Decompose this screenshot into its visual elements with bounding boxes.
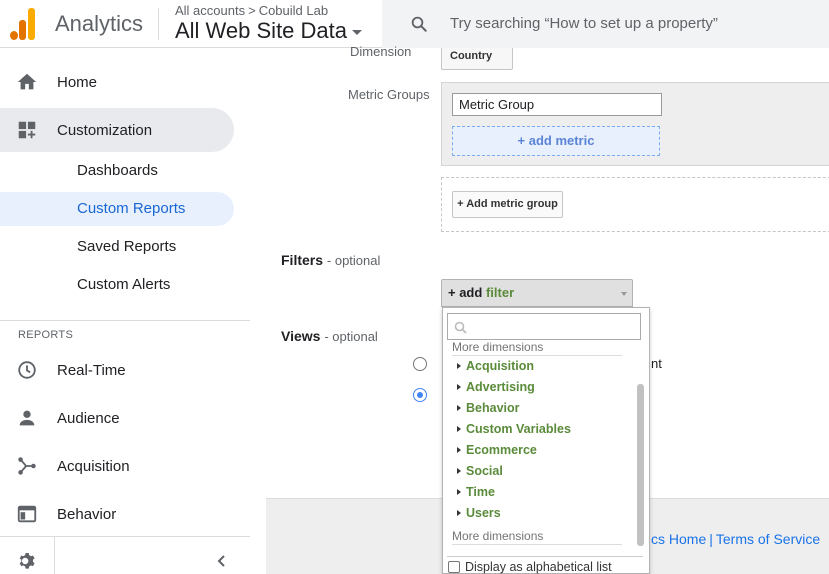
breadcrumb[interactable]: All accounts > Cobuild Lab <box>175 3 328 18</box>
dropdown-group-header: More dimensions <box>452 529 622 545</box>
app-title: Analytics <box>55 11 144 36</box>
sidebar-item-label: Custom Alerts <box>77 276 171 293</box>
sidebar-item-label: Acquisition <box>57 457 130 475</box>
reports-section-label: REPORTS <box>18 329 74 341</box>
views-section-title: Views - optional <box>281 328 378 344</box>
checkbox[interactable] <box>448 561 460 573</box>
sidebar-item-label: Real-Time <box>57 361 126 379</box>
dashboard-customize-icon <box>18 121 36 139</box>
sidebar-item-real-time[interactable]: Real-Time <box>0 348 234 392</box>
breadcrumb-property[interactable]: Cobuild Lab <box>259 3 328 18</box>
filters-optional-label: - optional <box>326 253 381 268</box>
sidebar-item-label: Custom Reports <box>77 200 186 217</box>
alphabetical-list-label: Display as alphabetical list <box>465 560 612 574</box>
dropdown-item-users[interactable]: Users <box>457 506 501 520</box>
web-page-icon <box>17 505 37 523</box>
view-selector[interactable]: All Web Site Data <box>175 18 347 44</box>
sidebar-item-label: Audience <box>57 409 120 427</box>
dimension-label: Dimension <box>350 44 412 59</box>
expand-triangle-icon <box>457 489 461 495</box>
search-icon <box>411 16 427 32</box>
dropdown-item-ecommerce[interactable]: Ecommerce <box>457 443 537 457</box>
dropdown-search-input[interactable] <box>447 313 641 340</box>
analytics-logo-icon[interactable] <box>8 6 38 40</box>
chevron-down-icon[interactable] <box>352 30 362 35</box>
expand-triangle-icon <box>457 468 461 474</box>
add-metric-group-button[interactable]: + Add metric group <box>452 191 563 218</box>
dropdown-scrollbar[interactable] <box>637 384 644 546</box>
sidebar-item-acquisition[interactable]: Acquisition <box>0 444 234 488</box>
top-bar: Analytics All accounts > Cobuild Lab All W… <box>0 0 829 48</box>
add-metric-button[interactable]: + add metric <box>452 126 660 156</box>
dropdown-item-behavior[interactable]: Behavior <box>457 401 520 415</box>
sidebar-item-customization[interactable]: Customization <box>0 108 234 152</box>
search-icon <box>454 321 467 334</box>
sidebar-item-label: Behavior <box>57 505 117 523</box>
sidebar-item-label: Customization <box>57 121 153 139</box>
search-input[interactable] <box>450 15 820 32</box>
dropdown-item-time[interactable]: Time <box>457 485 495 499</box>
sidebar-bottom-divider <box>0 536 250 537</box>
views-option-label: nt <box>651 356 662 371</box>
dropdown-item-custom-variables[interactable]: Custom Variables <box>457 422 571 436</box>
sidebar-item-home[interactable]: Home <box>0 60 234 104</box>
views-radio-all[interactable] <box>413 357 427 371</box>
expand-triangle-icon <box>457 384 461 390</box>
dropdown-group-header: More dimensions <box>452 340 622 356</box>
expand-triangle-icon <box>457 363 461 369</box>
sidebar-item-saved-reports[interactable]: Saved Reports <box>0 230 234 264</box>
sidebar-item-label: Home <box>57 73 98 91</box>
footer-separator: | <box>709 531 713 547</box>
sidebar-bottom-vline <box>54 536 55 574</box>
expand-triangle-icon <box>457 405 461 411</box>
dropdown-divider <box>447 556 643 557</box>
sidebar-item-behavior[interactable]: Behavior <box>0 492 234 536</box>
clock-icon <box>18 361 36 379</box>
dropdown-caret-icon <box>621 292 627 296</box>
chevron-left-icon[interactable] <box>215 554 229 568</box>
home-icon <box>17 73 37 90</box>
metric-group-name-input[interactable] <box>452 93 662 116</box>
add-filter-word: filter <box>485 285 515 300</box>
gear-icon[interactable] <box>16 550 38 572</box>
acquisition-icon <box>18 457 36 475</box>
breadcrumb-separator: > <box>248 3 256 18</box>
views-title: Views <box>281 328 321 344</box>
filters-section-title: Filters - optional <box>281 252 380 268</box>
sidebar-item-label: Saved Reports <box>77 238 177 255</box>
person-icon <box>19 410 35 426</box>
views-radio-selected[interactable] <box>413 388 427 402</box>
views-optional-label: - optional <box>324 329 378 344</box>
analytics-home-link[interactable]: cs Home <box>651 531 706 547</box>
sidebar-item-dashboards[interactable]: Dashboards <box>0 154 234 188</box>
sidebar-divider <box>0 320 250 321</box>
header-divider <box>158 8 159 40</box>
sidebar-item-custom-alerts[interactable]: Custom Alerts <box>0 268 234 302</box>
expand-triangle-icon <box>457 510 461 516</box>
expand-triangle-icon <box>457 447 461 453</box>
breadcrumb-account[interactable]: All accounts <box>175 3 245 18</box>
sidebar-item-label: Dashboards <box>77 162 158 179</box>
filters-title: Filters <box>281 252 324 268</box>
footer-links: cs Home | Terms of Service <box>651 531 820 547</box>
sidebar-item-audience[interactable]: Audience <box>0 396 234 440</box>
add-filter-plus: + add <box>448 285 483 300</box>
terms-of-service-link[interactable]: Terms of Service <box>716 531 820 547</box>
dropdown-item-social[interactable]: Social <box>457 464 503 478</box>
dropdown-item-advertising[interactable]: Advertising <box>457 380 535 394</box>
alphabetical-list-checkbox[interactable]: Display as alphabetical list <box>448 560 612 574</box>
dimension-select[interactable]: Country <box>441 48 513 70</box>
dropdown-item-acquisition[interactable]: Acquisition <box>457 359 534 373</box>
add-filter-button[interactable]: + add filter <box>441 279 633 307</box>
sidebar: Home Customization Dashboards Custom Rep… <box>0 48 266 574</box>
sidebar-item-custom-reports[interactable]: Custom Reports <box>0 192 234 226</box>
filter-dimension-dropdown: More dimensions Acquisition Advertising … <box>442 307 650 574</box>
expand-triangle-icon <box>457 426 461 432</box>
metric-groups-label: Metric Groups <box>348 87 430 102</box>
search-bar[interactable] <box>382 0 829 48</box>
